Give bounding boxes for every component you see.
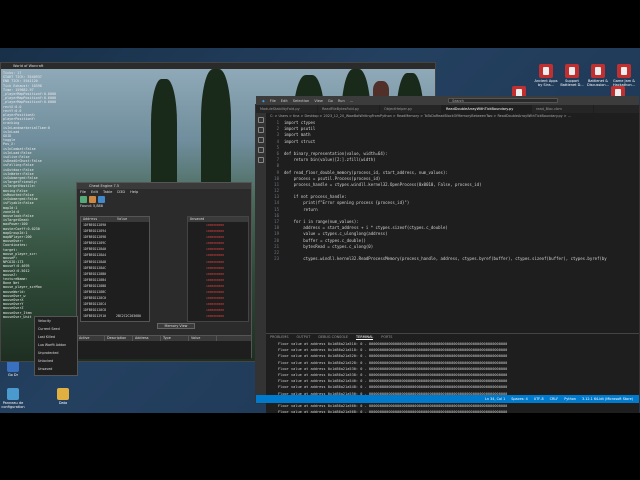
status-encoding[interactable]: UTF-8 <box>534 395 544 403</box>
menu-d3d[interactable]: D3D <box>117 189 125 195</box>
code-editor[interactable]: 1 import ctypes 2 import psutil 3 import math… <box>266 120 639 268</box>
menu-view[interactable]: View <box>314 99 323 103</box>
column-description[interactable]: Description <box>105 336 133 341</box>
menu-table[interactable]: Table <box>103 189 112 195</box>
menu-run[interactable]: Run <box>338 99 345 103</box>
desktop-screen: Ancient Apps by Sins... Support Battlene… <box>0 48 640 413</box>
save-icon[interactable] <box>98 196 105 203</box>
status-eol[interactable]: CRLF <box>550 395 559 403</box>
menu-help[interactable]: Help <box>130 189 138 195</box>
desktop-icon-game-jam[interactable]: Game Jam & Hackathon... <box>610 64 638 87</box>
desktop-icon-go[interactable]: Go Dr <box>0 360 26 377</box>
desktop-icon-support[interactable]: Support Battlenet D... <box>558 64 586 87</box>
app-icon <box>539 64 553 78</box>
desktop-icon-control-panel[interactable]: Panneau de configuration <box>0 388 26 409</box>
status-interpreter[interactable]: 3.12.1 64-bit (Microsoft Store) <box>582 395 633 403</box>
menu-go[interactable]: Go <box>328 99 333 103</box>
source-control-icon[interactable] <box>258 137 264 143</box>
tab-debug-console[interactable]: DEBUG CONSOLE <box>318 334 348 340</box>
table-row[interactable]: 1DFBE0212910 2BC2C2C203680 <box>81 313 149 319</box>
app-icon <box>617 64 631 78</box>
debug-log: Ticks: 17 START TICK: 5540937 END TICK: 55… <box>3 71 75 319</box>
open-process-icon[interactable] <box>80 196 87 203</box>
status-indent[interactable]: Spaces: 4 <box>511 395 527 403</box>
panel-tabs: PROBLEMS OUTPUT DEBUG CONSOLE TERMINAL P… <box>266 333 639 340</box>
column-value[interactable]: Value <box>189 336 217 341</box>
terminal-line: Floor value at address 0x1d86a21a568: 0 … <box>278 410 508 413</box>
code-text: return <box>284 206 318 212</box>
popup-item[interactable]: Unlocked <box>35 357 77 365</box>
editor-tabs: ModuleStabilityFold.py ReadFileBytesFold… <box>256 105 639 113</box>
scan-results-table[interactable]: Address Value 1DFBE0212890 1DFBE0212894 1D… <box>80 216 150 322</box>
address-list-header: Active Description Address Type Value <box>77 336 251 341</box>
line-number: 23 <box>274 256 279 262</box>
open-file-icon[interactable] <box>89 196 96 203</box>
changed-value: 1000000000 <box>206 314 225 319</box>
extensions-icon[interactable] <box>258 157 264 163</box>
popup-item[interactable]: Unprotected <box>35 349 77 357</box>
status-cursor[interactable]: Ln 34, Col 1 <box>485 395 505 403</box>
explorer-icon[interactable] <box>258 117 264 123</box>
code-text: import struct <box>284 138 316 144</box>
column-active[interactable]: Active <box>77 336 105 341</box>
menu-edit[interactable]: Edit <box>281 99 288 103</box>
menu-selection[interactable]: Selection <box>293 99 310 103</box>
code-text: ctypes.windll.kernel32.ReadProcessMemory… <box>284 256 607 262</box>
tab-terminal[interactable]: TERMINAL <box>356 334 374 340</box>
letterbox <box>0 421 640 480</box>
menu-file[interactable]: File <box>80 189 86 195</box>
row-value: 2BC2C2C203680 <box>116 314 141 319</box>
activity-bar <box>256 113 266 395</box>
cheat-engine-toolbar <box>77 195 251 204</box>
breadcrumb[interactable]: C: > Users > tina > Desktop > 2023_12_20… <box>266 113 639 119</box>
memory-view-button[interactable]: Memory View <box>157 323 195 329</box>
address-list[interactable]: Active Description Address Type Value <box>77 335 251 359</box>
status-language[interactable]: Python <box>564 395 576 403</box>
menu-file[interactable]: File <box>270 99 276 103</box>
desktop-icon-data[interactable]: Data <box>50 388 76 405</box>
tab-read-double-array[interactable]: ReadDoubleArrayWithTickBoundary.py <box>442 105 532 113</box>
context-popup[interactable]: Velocity Current Seed Last Killed Lua Wa… <box>34 316 78 376</box>
status-bar: Ln 34, Col 1 Spaces: 4 UTF-8 CRLF Python… <box>256 395 639 403</box>
vscode-titlebar: ◆ File Edit Selection View Go Run ... Se… <box>256 96 639 105</box>
folder-icon <box>57 388 69 400</box>
desktop-icon-battlenet[interactable]: Battlenet & Discussion... <box>584 64 612 87</box>
search-icon[interactable] <box>258 127 264 133</box>
row-address: 1DFBE0212910 <box>83 314 107 319</box>
tab-read-bloc[interactable]: read_Bloc.cbm <box>532 105 594 113</box>
column-type[interactable]: Type <box>161 336 189 341</box>
app-icon <box>591 64 605 78</box>
popup-item[interactable]: Velocity <box>35 317 77 325</box>
menu-edit[interactable]: Edit <box>91 189 98 195</box>
tab-read-file-bytes[interactable]: ReadFileBytesFold.py <box>318 105 380 113</box>
popup-item[interactable]: Unsaved <box>35 365 77 373</box>
tab-module-stability[interactable]: ModuleStabilityFold.py <box>256 105 318 113</box>
tab-ports[interactable]: PORTS <box>381 334 392 340</box>
tab-output[interactable]: OUTPUT <box>297 334 311 340</box>
control-panel-icon <box>7 388 19 400</box>
vscode-window[interactable]: ◆ File Edit Selection View Go Run ... Se… <box>255 96 640 413</box>
scan-results-extra: Unsaved 1000000000 1000000000 1000000000 10… <box>187 216 249 322</box>
code-text: bytesRead = ctypes.c_ulong(0) <box>284 243 374 249</box>
popup-item[interactable]: Lua Warfit Addon <box>35 341 77 349</box>
app-icon <box>565 64 579 78</box>
cheat-engine-window[interactable]: Cheat Engine 7.5 File Edit Table D3D Hel… <box>76 182 252 359</box>
code-text: process_handle = ctypes.windll.kernel32.… <box>284 181 482 187</box>
code-line: 23 ctypes.windll.kernel32.ReadProcessMem… <box>266 256 639 262</box>
command-search-input[interactable]: Search <box>448 98 559 103</box>
code-text: return bin(value)[2:].zfill(width) <box>284 157 376 163</box>
menu-more[interactable]: ... <box>350 99 353 103</box>
popup-item[interactable]: Last Killed <box>35 333 77 341</box>
desktop-icon-ancient-apps[interactable]: Ancient Apps by Sins... <box>532 64 560 87</box>
run-debug-icon[interactable] <box>258 147 264 153</box>
tab-object-helper[interactable]: ObjectHelper.py <box>380 105 442 113</box>
popup-item[interactable]: Current Seed <box>35 325 77 333</box>
tab-problems[interactable]: PROBLEMS <box>270 334 289 340</box>
found-count: Found: 5,888 <box>80 204 103 208</box>
column-address[interactable]: Address <box>133 336 161 341</box>
vscode-logo-icon: ◆ <box>262 98 265 103</box>
